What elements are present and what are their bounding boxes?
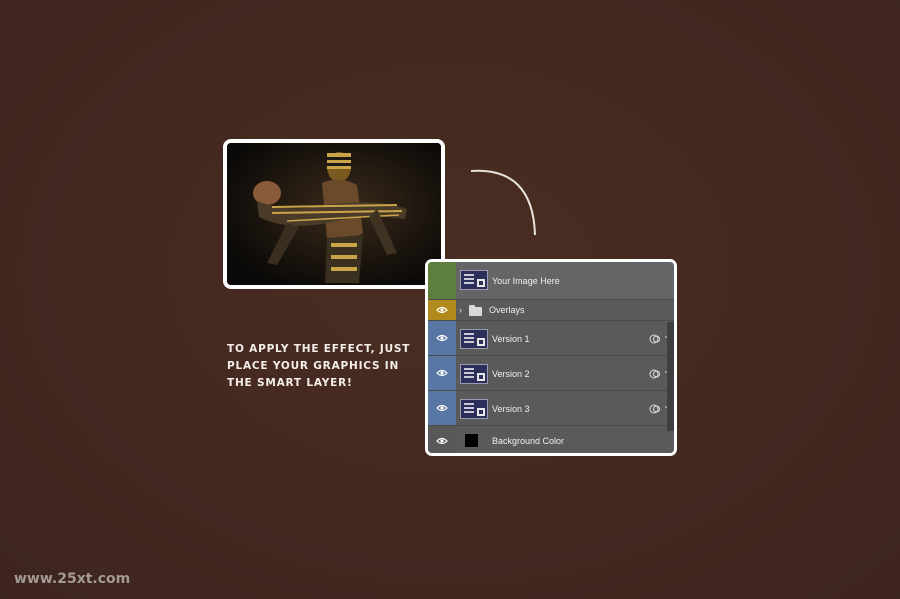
layer-label: Version 2 xyxy=(492,369,530,379)
layer-version-3[interactable]: Version 3 ⌄ xyxy=(428,391,674,426)
layer-version-1[interactable]: Version 1 ⌄ xyxy=(428,321,674,356)
example-photo-card xyxy=(223,139,445,289)
smart-object-thumbnail xyxy=(460,364,488,384)
layer-color-tag xyxy=(428,262,456,299)
layer-version-2[interactable]: Version 2 ⌄ xyxy=(428,356,674,391)
eye-icon xyxy=(436,334,448,342)
layer-label: Version 3 xyxy=(492,404,530,414)
layer-background-color[interactable]: Background Color xyxy=(428,426,674,453)
instruction-text: TO APPLY THE EFFECT, JUST PLACE YOUR GRA… xyxy=(227,341,411,392)
expand-chevron-icon[interactable]: › xyxy=(459,305,462,315)
visibility-toggle[interactable] xyxy=(428,300,456,320)
visibility-toggle[interactable] xyxy=(428,321,456,355)
layer-effects-icon[interactable] xyxy=(649,403,661,415)
layers-panel: Your Image Here › Overlays Version 1 ⌄ V… xyxy=(425,259,677,456)
layer-label: Your Image Here xyxy=(492,276,560,286)
eye-icon xyxy=(436,369,448,377)
layer-label: Overlays xyxy=(489,305,525,315)
smart-object-thumbnail xyxy=(460,270,488,290)
layer-your-image-here[interactable]: Your Image Here xyxy=(428,262,674,300)
layer-effects-icon[interactable] xyxy=(649,368,661,380)
panel-scrollbar[interactable] xyxy=(667,322,674,431)
eye-icon xyxy=(436,437,448,445)
example-photo xyxy=(227,143,441,285)
eye-icon xyxy=(436,404,448,412)
instruction-line-1: TO APPLY THE EFFECT, JUST xyxy=(227,343,411,355)
smart-object-thumbnail xyxy=(460,399,488,419)
smart-object-thumbnail xyxy=(460,329,488,349)
layer-effects-icon[interactable] xyxy=(649,333,661,345)
visibility-toggle[interactable] xyxy=(428,426,456,453)
layer-label: Version 1 xyxy=(492,334,530,344)
folder-icon xyxy=(469,305,482,316)
instruction-line-2: PLACE YOUR GRAPHICS IN xyxy=(227,360,400,372)
color-swatch xyxy=(465,434,478,447)
layer-group-overlays[interactable]: › Overlays xyxy=(428,300,674,321)
eye-icon xyxy=(436,306,448,314)
watermark: www.25xt.com xyxy=(14,571,131,587)
visibility-toggle[interactable] xyxy=(428,391,456,425)
layer-label: Background Color xyxy=(492,436,565,446)
connector-curve xyxy=(470,169,536,236)
visibility-toggle[interactable] xyxy=(428,356,456,390)
instruction-line-3: THE SMART LAYER! xyxy=(227,377,353,389)
